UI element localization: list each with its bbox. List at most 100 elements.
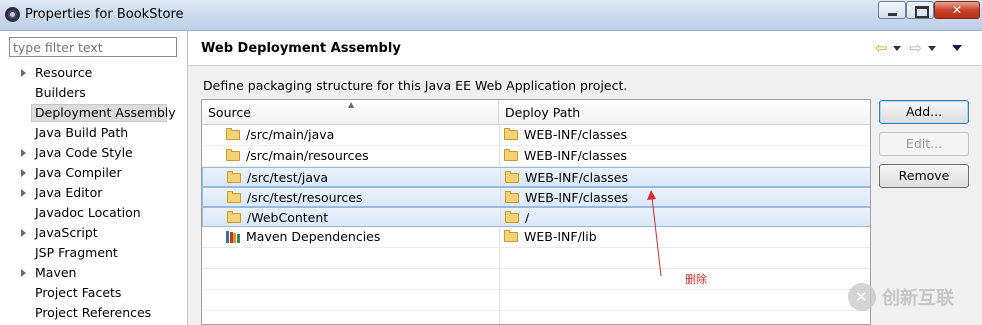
column-header-deploy-path-label: Deploy Path bbox=[505, 105, 581, 120]
table-row[interactable]: /WebContent / bbox=[202, 207, 870, 228]
source-path: /src/test/resources bbox=[247, 190, 363, 205]
expand-arrow-icon[interactable] bbox=[21, 69, 26, 77]
column-divider bbox=[499, 227, 500, 247]
table-row[interactable]: Maven Dependencies WEB-INF/lib bbox=[202, 227, 870, 248]
column-header-source[interactable]: Source ▲ bbox=[202, 100, 499, 124]
folder-icon bbox=[227, 211, 241, 223]
source-cell: /src/main/java bbox=[226, 125, 334, 145]
expand-arrow-icon[interactable] bbox=[21, 169, 26, 177]
folder-icon bbox=[227, 171, 241, 183]
folder-icon bbox=[505, 211, 519, 223]
annotation-label: 删除 bbox=[685, 273, 707, 286]
deploy-path-cell: WEB-INF/lib bbox=[504, 227, 597, 247]
source-cell: /src/test/resources bbox=[227, 188, 362, 208]
nav-item-label: Java Code Style bbox=[35, 145, 133, 160]
folder-icon bbox=[504, 128, 518, 140]
edit-button[interactable]: Edit... bbox=[879, 132, 969, 156]
nav-item[interactable]: Java Editor bbox=[0, 183, 187, 203]
filter-input[interactable] bbox=[9, 37, 177, 57]
maximize-button[interactable] bbox=[906, 1, 934, 19]
source-path: Maven Dependencies bbox=[246, 229, 381, 244]
source-cell: /WebContent bbox=[227, 208, 328, 228]
table-row[interactable]: /src/test/java WEB-INF/classes bbox=[202, 167, 870, 188]
empty-table-row bbox=[202, 290, 870, 311]
deploy-path-cell: WEB-INF/classes bbox=[504, 146, 627, 166]
folder-icon bbox=[226, 128, 240, 140]
column-header-deploy-path[interactable]: Deploy Path bbox=[499, 100, 870, 124]
deploy-path-cell: WEB-INF/classes bbox=[504, 125, 627, 145]
source-cell: Maven Dependencies bbox=[226, 227, 380, 247]
close-button[interactable] bbox=[934, 1, 980, 19]
deploy-path: WEB-INF/classes bbox=[525, 170, 629, 185]
window-title: Properties for BookStore bbox=[25, 7, 184, 22]
watermark: 创新互联 bbox=[848, 283, 954, 311]
table-row[interactable]: /src/main/resources WEB-INF/classes bbox=[202, 146, 870, 167]
column-header-source-label: Source bbox=[208, 105, 251, 120]
deploy-path: / bbox=[525, 210, 530, 225]
deploy-path: WEB-INF/classes bbox=[524, 127, 628, 142]
nav-item[interactable]: Project References bbox=[0, 303, 187, 323]
page-description: Define packaging structure for this Java… bbox=[203, 78, 628, 93]
empty-table-row bbox=[202, 248, 870, 269]
table-row[interactable]: /src/test/resources WEB-INF/classes bbox=[202, 187, 870, 208]
source-cell: /src/main/resources bbox=[226, 146, 369, 166]
nav-item[interactable]: Java Build Path bbox=[0, 123, 187, 143]
back-dropdown-icon[interactable] bbox=[893, 45, 902, 51]
nav-item-label: Resource bbox=[35, 65, 93, 80]
table-header: Source ▲ Deploy Path bbox=[202, 100, 870, 125]
forward-dropdown-icon[interactable] bbox=[928, 45, 936, 51]
nav-item[interactable]: JavaScript bbox=[0, 223, 187, 243]
page-header: Web Deployment Assembly ⇦ ⇨ bbox=[188, 31, 982, 66]
watermark-logo-icon bbox=[848, 283, 876, 311]
empty-table-row bbox=[202, 269, 870, 290]
content-panel: Web Deployment Assembly ⇦ ⇨ Define packa… bbox=[188, 31, 982, 325]
nav-item[interactable]: Builders bbox=[0, 83, 187, 103]
source-path: /src/main/resources bbox=[246, 148, 369, 163]
properties-nav-panel: Resource Builders Deployment Assembly Java … bbox=[0, 31, 188, 325]
source-path: /src/main/java bbox=[246, 127, 335, 142]
nav-item-label: Project References bbox=[35, 305, 152, 320]
nav-item[interactable]: Deployment Assembly bbox=[0, 103, 187, 123]
expand-arrow-icon[interactable] bbox=[21, 149, 26, 157]
nav-item[interactable]: Project Facets bbox=[0, 283, 187, 303]
empty-table-row bbox=[202, 311, 870, 324]
deploy-path: WEB-INF/classes bbox=[524, 148, 628, 163]
minimize-button[interactable] bbox=[878, 1, 906, 19]
add-button[interactable]: Add... bbox=[879, 100, 969, 124]
column-divider bbox=[499, 125, 500, 145]
expand-arrow-icon[interactable] bbox=[21, 189, 26, 197]
table-row[interactable]: /src/main/java WEB-INF/classes bbox=[202, 125, 870, 146]
title-bar[interactable]: Properties for BookStore bbox=[0, 0, 982, 31]
folder-icon bbox=[505, 171, 519, 183]
column-divider bbox=[499, 146, 500, 166]
back-arrow-icon[interactable]: ⇦ bbox=[875, 41, 888, 56]
nav-item-label: Builders bbox=[35, 85, 86, 100]
nav-item[interactable]: Java Compiler bbox=[0, 163, 187, 183]
source-path: /src/test/java bbox=[247, 170, 329, 185]
expand-arrow-icon[interactable] bbox=[21, 269, 26, 277]
nav-item[interactable]: Java Code Style bbox=[0, 143, 187, 163]
window-controls bbox=[878, 1, 980, 19]
column-divider bbox=[499, 311, 500, 324]
column-divider bbox=[499, 290, 500, 310]
remove-button[interactable]: Remove bbox=[879, 164, 969, 188]
source-path: /WebContent bbox=[247, 210, 329, 225]
column-divider bbox=[499, 269, 500, 289]
deploy-path: WEB-INF/classes bbox=[525, 190, 629, 205]
nav-item-label: Deployment Assembly bbox=[35, 105, 176, 120]
library-icon bbox=[226, 231, 240, 243]
page-title: Web Deployment Assembly bbox=[201, 41, 401, 56]
nav-item[interactable]: Resource bbox=[0, 63, 187, 83]
expand-arrow-icon[interactable] bbox=[21, 229, 26, 237]
view-menu-icon[interactable] bbox=[952, 45, 962, 51]
column-divider bbox=[500, 208, 501, 226]
nav-item[interactable]: JSP Fragment bbox=[0, 243, 187, 263]
nav-item[interactable]: Javadoc Location bbox=[0, 203, 187, 223]
nav-item[interactable]: Maven bbox=[0, 263, 187, 283]
deploy-path-cell: / bbox=[505, 208, 529, 228]
nav-item-label: JSP Fragment bbox=[35, 245, 118, 260]
nav-item-label: Javadoc Location bbox=[35, 205, 141, 220]
column-divider bbox=[499, 248, 500, 268]
source-cell: /src/test/java bbox=[227, 168, 328, 188]
forward-arrow-icon[interactable]: ⇨ bbox=[909, 41, 922, 56]
